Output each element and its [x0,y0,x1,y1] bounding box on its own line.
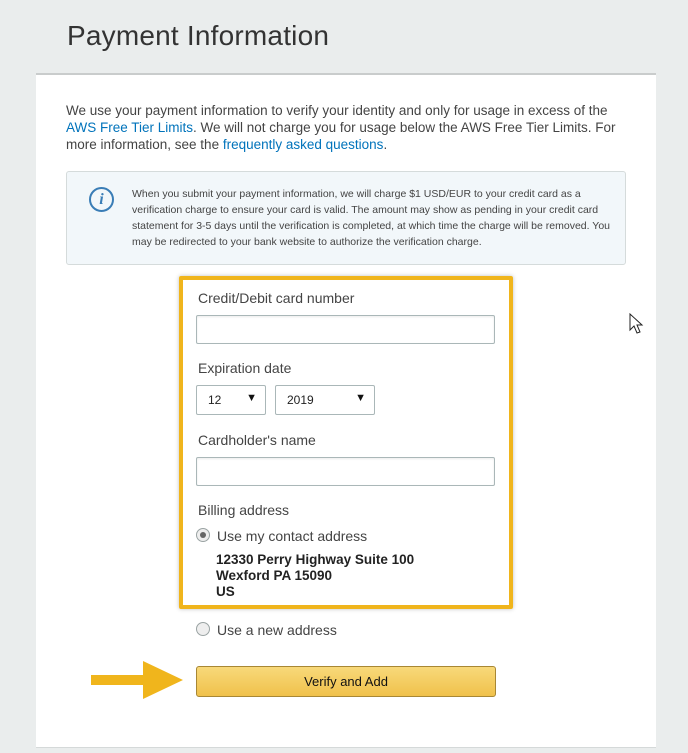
address-line-2: Wexford PA 15090 [216,568,333,583]
intro-text: We use your payment information to verif… [66,102,616,153]
verify-and-add-button[interactable]: Verify and Add [196,666,496,697]
card-number-input[interactable] [196,315,495,344]
page-title: Payment Information [67,20,330,51]
intro-text-part-3: . [383,137,388,152]
verification-notice: i When you submit your payment informati… [66,171,626,265]
caret-down-icon: ▼ [355,392,366,404]
expiration-year-value: 2019 [287,393,314,407]
use-new-address-radio[interactable] [196,622,210,636]
arrow-right-icon [91,661,183,699]
notice-text: When you submit your payment information… [132,188,610,248]
use-contact-address-label[interactable]: Use my contact address [217,528,367,544]
use-contact-address-radio[interactable] [196,528,210,542]
billing-address-label: Billing address [198,502,290,518]
intro-text-part-1: We use your payment information to verif… [66,103,608,118]
expiration-year-select[interactable]: 2019 ▼ [275,385,375,415]
expiration-label: Expiration date [198,360,292,376]
use-new-address-label[interactable]: Use a new address [217,622,337,638]
card-number-label: Credit/Debit card number [198,290,355,306]
cardholder-input[interactable] [196,457,495,486]
faq-link[interactable]: frequently asked questions [223,137,384,152]
info-icon: i [89,187,114,212]
free-tier-limits-link[interactable]: AWS Free Tier Limits [66,120,193,135]
caret-down-icon: ▼ [246,392,257,404]
expiration-month-select[interactable]: 12 ▼ [196,385,266,415]
mouse-cursor-icon [629,313,644,334]
payment-panel: We use your payment information to verif… [36,73,656,748]
cardholder-label: Cardholder's name [198,432,316,448]
expiration-month-value: 12 [208,393,222,407]
address-line-1: 12330 Perry Highway Suite 100 [216,552,415,567]
address-line-3: US [216,584,235,599]
